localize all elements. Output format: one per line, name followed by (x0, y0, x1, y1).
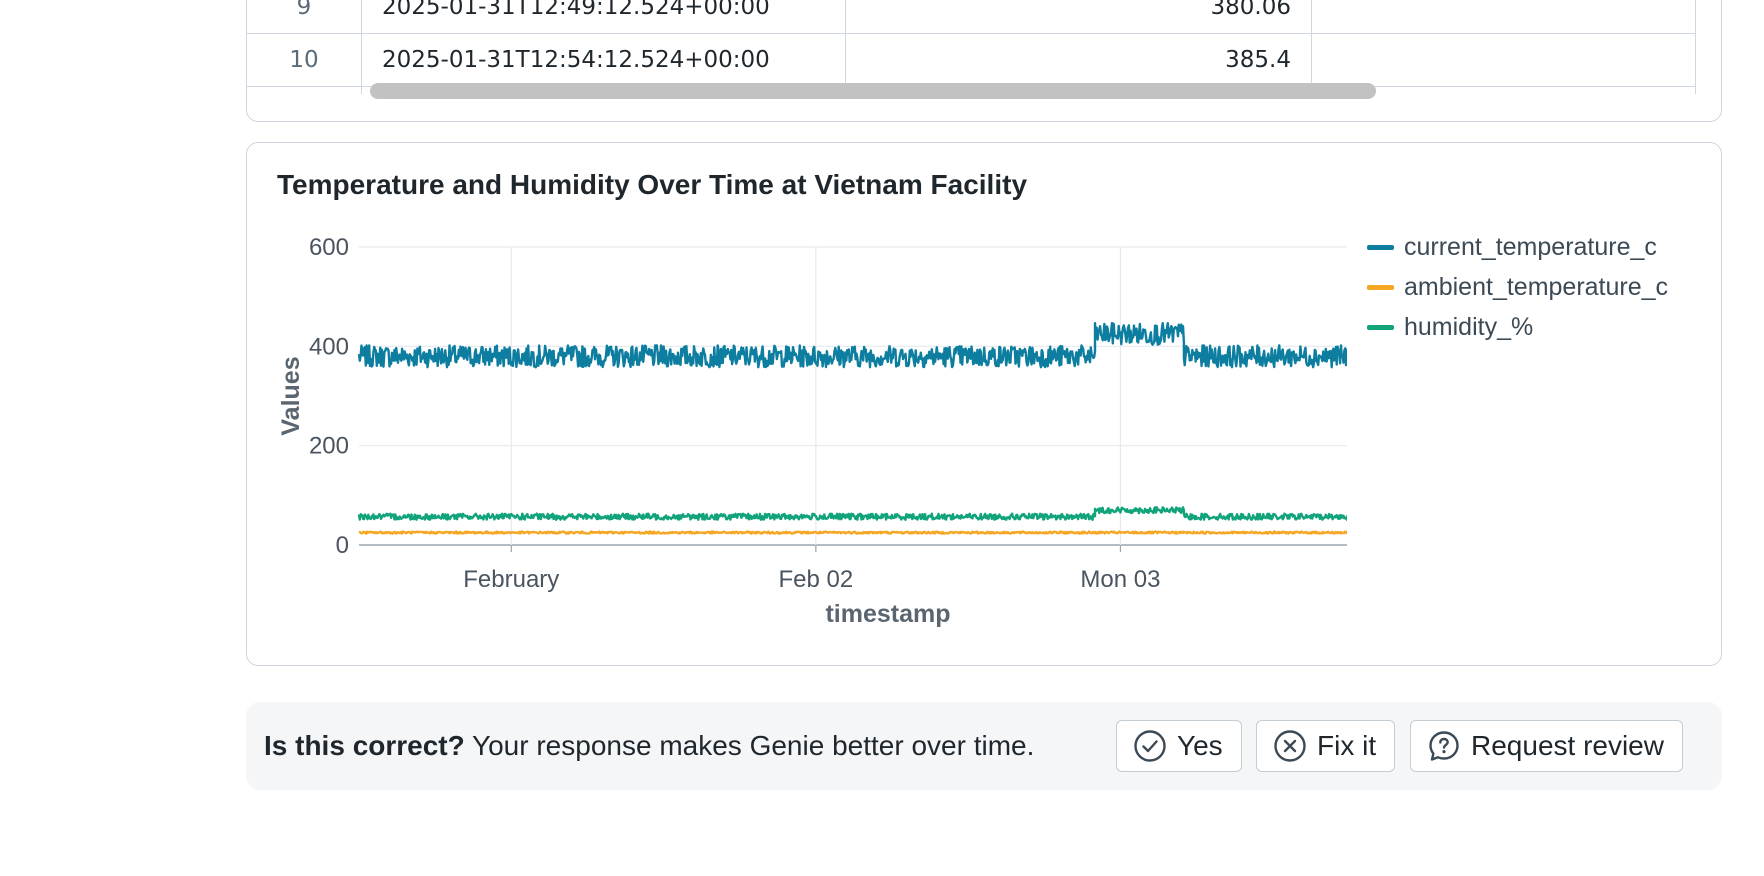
row-index: 10 (247, 34, 362, 86)
fix-it-label: Fix it (1317, 730, 1377, 761)
series-line-current-temperature-c (357, 321, 1347, 369)
request-review-label: Request review (1471, 730, 1664, 761)
check-circle-icon (1134, 730, 1166, 762)
timestamp-cell: 2025-01-31T12:49:12.524+00:00 (362, 0, 846, 33)
y-tick-label: 0 (336, 532, 349, 559)
series-line-humidity-- (357, 506, 1347, 521)
feedback-bar: Is this correct? Your response makes Gen… (246, 702, 1722, 790)
row-index: 9 (247, 0, 362, 33)
value-cell: 380.06 (846, 0, 1312, 33)
x-circle-icon (1274, 730, 1306, 762)
legend-swatch (1367, 284, 1394, 290)
results-table-card: 9 2025-01-31T12:49:12.524+00:00 380.06 1… (246, 0, 1722, 122)
y-tick-label: 200 (309, 433, 349, 460)
y-axis-label: Values (277, 356, 305, 435)
empty-cell (1312, 0, 1696, 33)
yes-button[interactable]: Yes (1116, 720, 1242, 772)
feedback-message: Your response makes Genie better over ti… (464, 730, 1035, 761)
horizontal-scrollbar[interactable] (362, 81, 1696, 101)
value-cell: 385.4 (846, 34, 1312, 86)
x-tick-label: Feb 02 (778, 566, 853, 593)
legend-swatch (1367, 244, 1394, 250)
legend-item-humidity[interactable]: humidity_% (1367, 307, 1668, 347)
line-chart: 0200400600FebruaryFeb 02Mon 03Tue 04time… (277, 234, 1347, 628)
series-line-ambient-temperature-c (358, 530, 1347, 535)
x-tick-label: Mon 03 (1080, 566, 1160, 593)
chart-card: Temperature and Humidity Over Time at Vi… (246, 142, 1722, 666)
y-tick-label: 600 (309, 234, 349, 261)
question-bubble-icon (1429, 731, 1459, 761)
x-tick-label: February (463, 566, 559, 593)
feedback-text: Is this correct? Your response makes Gen… (264, 702, 1034, 790)
table-row: 9 2025-01-31T12:49:12.524+00:00 380.06 (247, 0, 1696, 34)
legend-swatch (1367, 324, 1394, 330)
legend-item-current-temperature[interactable]: current_temperature_c (1367, 227, 1668, 267)
legend-item-ambient-temperature[interactable]: ambient_temperature_c (1367, 267, 1668, 307)
legend-label: humidity_% (1404, 312, 1534, 341)
row-index: 11 (247, 87, 362, 94)
feedback-question: Is this correct? (264, 730, 465, 761)
yes-label: Yes (1177, 730, 1223, 761)
empty-cell (1312, 34, 1696, 86)
fix-it-button[interactable]: Fix it (1256, 720, 1396, 772)
chart-legend: current_temperature_c ambient_temperatur… (1367, 227, 1668, 347)
legend-label: current_temperature_c (1404, 232, 1657, 261)
request-review-button[interactable]: Request review (1410, 720, 1683, 772)
y-tick-label: 400 (309, 333, 349, 360)
scrollbar-thumb[interactable] (370, 83, 1376, 99)
table-row: 10 2025-01-31T12:54:12.524+00:00 385.4 (247, 34, 1696, 87)
timestamp-cell: 2025-01-31T12:54:12.524+00:00 (362, 34, 846, 86)
x-axis-label: timestamp (825, 600, 950, 628)
legend-label: ambient_temperature_c (1404, 272, 1669, 301)
results-table: 9 2025-01-31T12:49:12.524+00:00 380.06 1… (247, 0, 1696, 94)
